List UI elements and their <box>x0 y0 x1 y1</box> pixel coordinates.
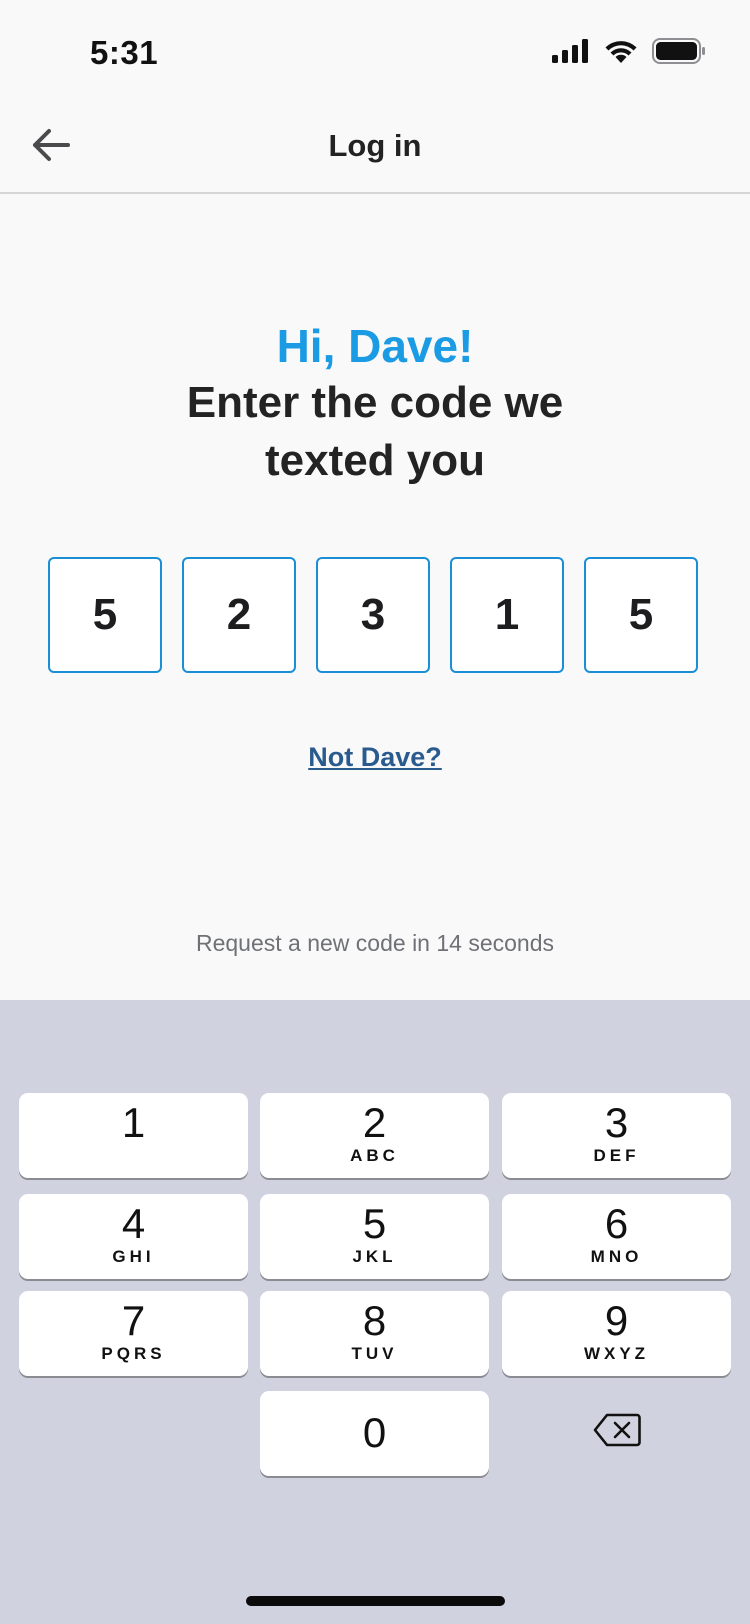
key-digit: 1 <box>121 1099 146 1146</box>
wifi-icon <box>604 39 638 69</box>
cellular-signal-icon <box>552 39 590 68</box>
delete-key[interactable] <box>502 1390 731 1475</box>
key-digit: 4 <box>121 1200 146 1247</box>
key-letters: TUV <box>351 1344 398 1363</box>
instruction-text: Enter the code we texted you <box>186 378 564 485</box>
key-3[interactable]: 3 DEF <box>502 1093 731 1178</box>
key-digit: 0 <box>362 1409 387 1456</box>
key-letters: JKL <box>352 1247 397 1266</box>
key-letters: MNO <box>590 1247 643 1266</box>
key-digit: 7 <box>121 1297 146 1344</box>
key-letters: GHI <box>112 1247 155 1266</box>
backspace-icon <box>593 1413 641 1452</box>
key-7[interactable]: 7 PQRS <box>19 1291 248 1376</box>
battery-icon <box>652 38 706 69</box>
not-user-link[interactable]: Not Dave? <box>0 742 750 773</box>
code-digit-box[interactable]: 1 <box>450 557 564 673</box>
status-icons <box>552 38 706 69</box>
key-letters: WXYZ <box>583 1344 650 1363</box>
code-digit-box[interactable]: 2 <box>182 557 296 673</box>
status-time: 5:31 <box>90 34 159 71</box>
key-digit: 8 <box>362 1297 387 1344</box>
key-9[interactable]: 9 WXYZ <box>502 1291 731 1376</box>
key-4[interactable]: 4 GHI <box>19 1194 248 1279</box>
code-digit-box[interactable]: 3 <box>316 557 430 673</box>
key-5[interactable]: 5 JKL <box>260 1194 489 1279</box>
key-digit: 3 <box>604 1099 629 1146</box>
key-digit: 6 <box>604 1200 629 1247</box>
key-digit: 5 <box>362 1200 387 1247</box>
code-input-group: 5 2 3 1 5 <box>48 557 702 677</box>
nav-bar: Log in <box>0 100 750 194</box>
code-digit-box[interactable]: 5 <box>48 557 162 673</box>
key-letters: PQRS <box>101 1344 166 1363</box>
key-6[interactable]: 6 MNO <box>502 1194 731 1279</box>
key-digit: 2 <box>362 1099 387 1146</box>
key-2[interactable]: 2 ABC <box>260 1093 489 1178</box>
page-title: Log in <box>328 128 422 163</box>
code-digit-box[interactable]: 5 <box>584 557 698 673</box>
key-0[interactable]: 0 <box>260 1391 489 1476</box>
home-indicator <box>246 1596 505 1606</box>
key-1[interactable]: 1 <box>19 1093 248 1178</box>
heading: Hi, Dave! Enter the code we texted you <box>0 318 750 490</box>
status-bar: 5:31 <box>0 0 750 100</box>
resend-countdown-text: Request a new code in 14 seconds <box>195 930 555 956</box>
numeric-keyboard: 1 2 ABC 3 DEF 4 GHI 5 JKL 6 MNO 7 PQRS 8… <box>0 1000 750 1624</box>
key-letters: DEF <box>593 1146 640 1165</box>
key-letters: ABC <box>350 1146 399 1165</box>
key-8[interactable]: 8 TUV <box>260 1291 489 1376</box>
greeting-text: Hi, Dave! <box>276 320 474 372</box>
key-digit: 9 <box>604 1297 629 1344</box>
